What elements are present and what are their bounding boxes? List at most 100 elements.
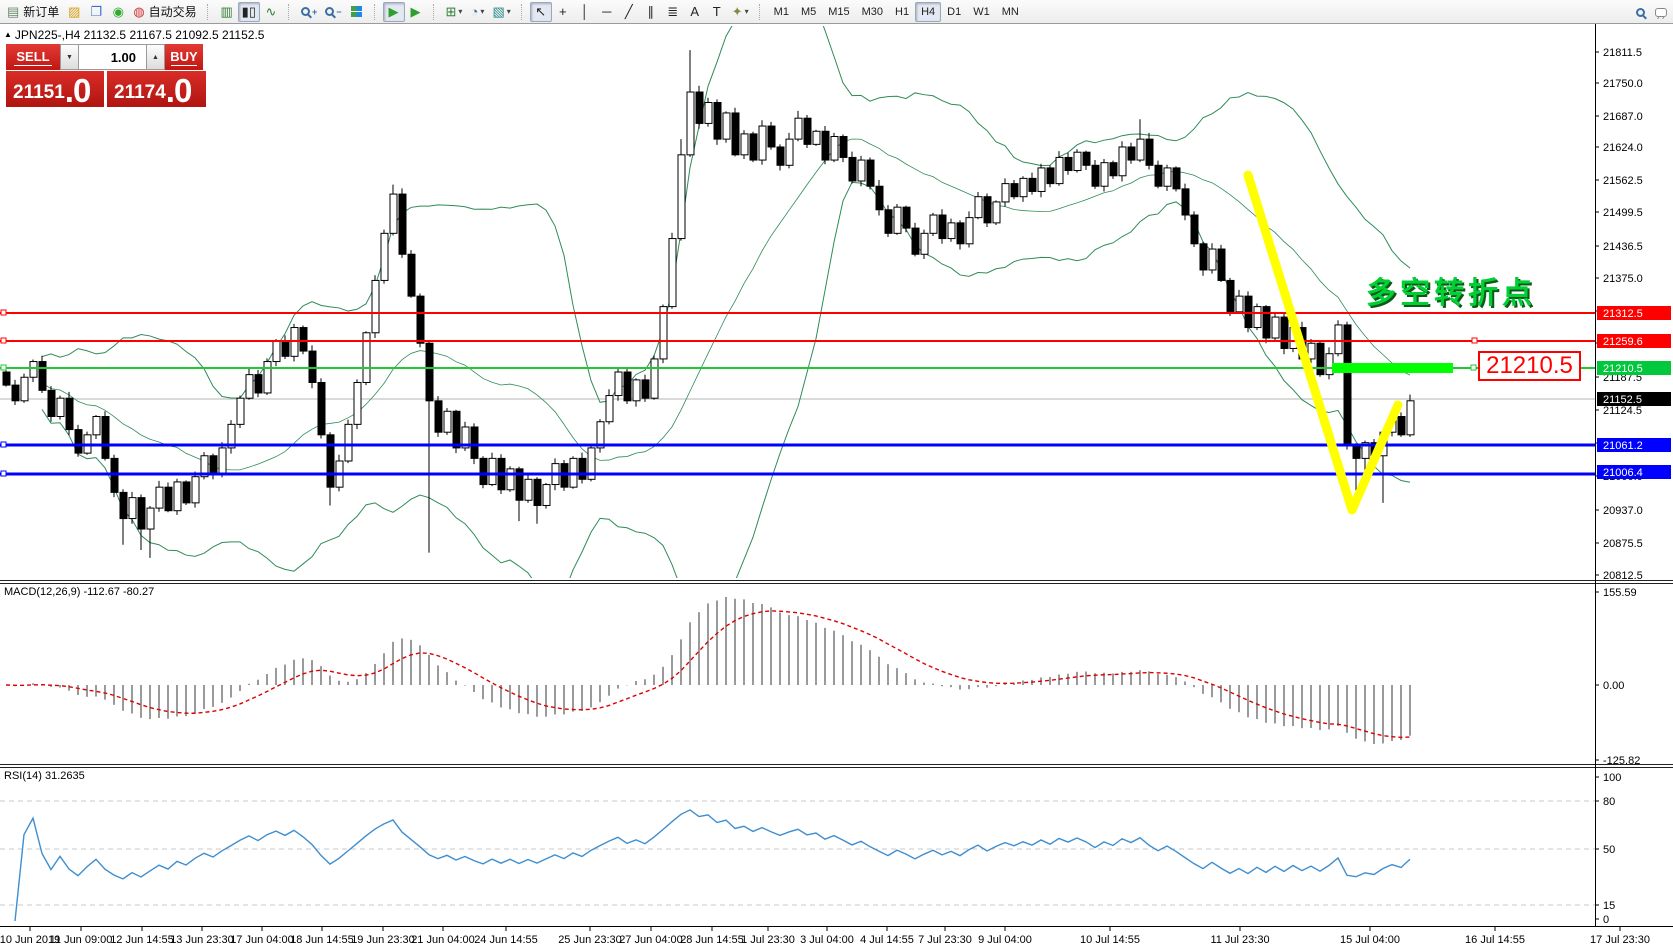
candle-chart-button[interactable]: ▮▯	[238, 2, 260, 22]
price-axis-tick: 21624.0	[1603, 142, 1643, 154]
price-axis-tick: 20812.5	[1603, 570, 1643, 582]
vline-button[interactable]: │	[574, 2, 596, 22]
signal-icon: ◉	[113, 5, 124, 18]
toolbar-separator	[433, 4, 439, 20]
price-axis-tick: 21499.5	[1603, 207, 1643, 219]
zoom-in-icon	[301, 7, 310, 16]
chevron-down-icon: ▾	[745, 7, 749, 16]
periods-button[interactable]: ◔▾	[466, 2, 488, 22]
text-icon: A	[690, 5, 699, 18]
time-axis-label: 9 Jul 04:00	[978, 934, 1032, 946]
rsi-axis-tick: 80	[1603, 796, 1615, 808]
time-axis-label: 25 Jun 23:30	[558, 934, 622, 946]
crosshair-button[interactable]: +	[552, 2, 574, 22]
price-axis-tick: 20937.0	[1603, 505, 1643, 517]
zoom-in-button[interactable]: +	[297, 2, 321, 22]
toolbar-separator	[374, 4, 380, 20]
auto-scroll-button[interactable]: ▶	[383, 2, 405, 22]
chat-icon[interactable]	[1655, 8, 1667, 17]
price-level-axis-label: 21259.6	[1603, 336, 1643, 348]
line-chart-button[interactable]: ∿	[260, 2, 282, 22]
search-icon[interactable]	[1636, 8, 1645, 17]
price-axis-tick: 21811.5	[1603, 47, 1642, 59]
channel-button[interactable]: ∥	[640, 2, 662, 22]
arrows-button[interactable]: ✦▾	[728, 2, 753, 22]
tile-windows-button[interactable]	[346, 2, 368, 22]
navigator-button[interactable]: ▨	[63, 2, 85, 22]
price-level-axis-label: 21210.5	[1603, 363, 1643, 375]
timeframe-m1-button[interactable]: M1	[768, 2, 795, 22]
time-axis-label: 13 Jun 23:30	[170, 934, 234, 946]
timeframe-h1-button[interactable]: H1	[889, 2, 915, 22]
globe-stop-icon: ◍	[133, 5, 144, 18]
label-icon: T	[713, 5, 721, 18]
buy-button[interactable]: BUY	[165, 44, 203, 70]
chart-shift-button[interactable]: ▶	[405, 2, 427, 22]
timeframe-d1-button[interactable]: D1	[941, 2, 967, 22]
arrows-icon: ✦	[732, 5, 743, 18]
time-axis-label: 27 Jun 04:00	[619, 934, 683, 946]
channel-icon: ∥	[648, 5, 655, 18]
sell-price-button[interactable]: 21151.0	[6, 71, 104, 107]
price-level-axis-label: 21312.5	[1603, 308, 1643, 320]
timeframe-m5-button[interactable]: M5	[795, 2, 822, 22]
macd-axis-tick: 0.00	[1603, 680, 1624, 692]
rsi-indicator-label: RSI(14) 31.2635	[4, 770, 85, 782]
time-axis-label: 4 Jul 14:55	[860, 934, 914, 946]
hline-button[interactable]: ─	[596, 2, 618, 22]
sell-button[interactable]: SELL	[6, 44, 60, 70]
bar-chart-button[interactable]: ▥	[216, 2, 238, 22]
macd-axis-tick: -125.82	[1603, 755, 1640, 767]
price-axis-tick: 21687.0	[1603, 111, 1643, 123]
text-button[interactable]: A	[684, 2, 706, 22]
cursor-button[interactable]: ↖	[530, 2, 552, 22]
new-chart-button[interactable]: ⊞▾	[442, 2, 467, 22]
time-axis-label: 7 Jul 23:30	[918, 934, 972, 946]
time-axis-label: 24 Jun 14:55	[474, 934, 538, 946]
zoom-out-button[interactable]: −	[321, 2, 345, 22]
timeframe-h4-button[interactable]: H4	[915, 2, 941, 22]
rsi-axis-tick: 0	[1603, 914, 1609, 926]
timeframe-m15-button[interactable]: M15	[822, 2, 855, 22]
auto-trading-button-label: 自动交易	[149, 3, 197, 20]
charts-window-button[interactable]: ❐	[85, 2, 107, 22]
new-order-button[interactable]: ▤新订单	[3, 2, 63, 22]
timeframe-w1-button[interactable]: W1	[967, 2, 996, 22]
chart-shift-icon: ▶	[411, 5, 421, 18]
price-level-callout[interactable]: 21210.5	[1478, 351, 1581, 381]
main-toolbar: ▤新订单▨❐◉◍自动交易▥▮▯∿+−▶▶⊞▾◔▾▧▾↖+│─╱∥≣AT✦▾M1M…	[0, 0, 1673, 24]
auto-trading-button[interactable]: ◍ 自动交易	[129, 2, 200, 22]
trendline-button[interactable]: ╱	[618, 2, 640, 22]
line-icon: ∿	[266, 5, 277, 18]
signal-button[interactable]: ◉	[107, 2, 129, 22]
price-chart[interactable]: 21811.521750.021687.021624.021562.521499…	[0, 0, 1673, 949]
turning-point-annotation[interactable]: 多空转折点	[1366, 268, 1536, 312]
macd-indicator-label: MACD(12,26,9) -112.67 -80.27	[4, 586, 154, 598]
rsi-axis-tick: 50	[1603, 844, 1615, 856]
blue-window-icon: ❐	[90, 5, 102, 18]
label-button[interactable]: T	[706, 2, 728, 22]
window-plus-icon: ⊞	[446, 5, 457, 18]
timeframe-mn-button[interactable]: MN	[996, 2, 1025, 22]
time-axis-label: 11 Jul 23:30	[1210, 934, 1269, 946]
time-axis-label: 17 Jul 23:30	[1590, 934, 1650, 946]
templates-button[interactable]: ▧▾	[488, 2, 514, 22]
doc-plus-icon: ▤	[7, 5, 19, 18]
template-icon: ▧	[492, 5, 504, 18]
time-axis-label: 11 Jun 09:00	[50, 934, 113, 946]
timeframe-m30-button[interactable]: M30	[856, 2, 889, 22]
volume-decrease-button[interactable]: ▼	[60, 44, 79, 70]
buy-price-button[interactable]: 21174.0	[107, 71, 206, 107]
volume-input[interactable]: 1.00	[79, 44, 146, 70]
chevron-down-icon: ▾	[480, 7, 484, 16]
collapse-marker-icon: ▲	[4, 30, 12, 39]
hline-icon: ─	[602, 5, 611, 18]
volume-increase-button[interactable]: ▲	[146, 44, 165, 70]
tile-windows-icon	[351, 6, 362, 17]
fibo-button[interactable]: ≣	[662, 2, 684, 22]
candles-icon: ▮▯	[242, 5, 256, 18]
price-level-axis-label: 21152.5	[1603, 394, 1642, 406]
cursor-icon: ↖	[535, 5, 546, 18]
time-axis-label: 12 Jun 14:55	[110, 934, 174, 946]
crosshair-icon: +	[559, 5, 567, 18]
